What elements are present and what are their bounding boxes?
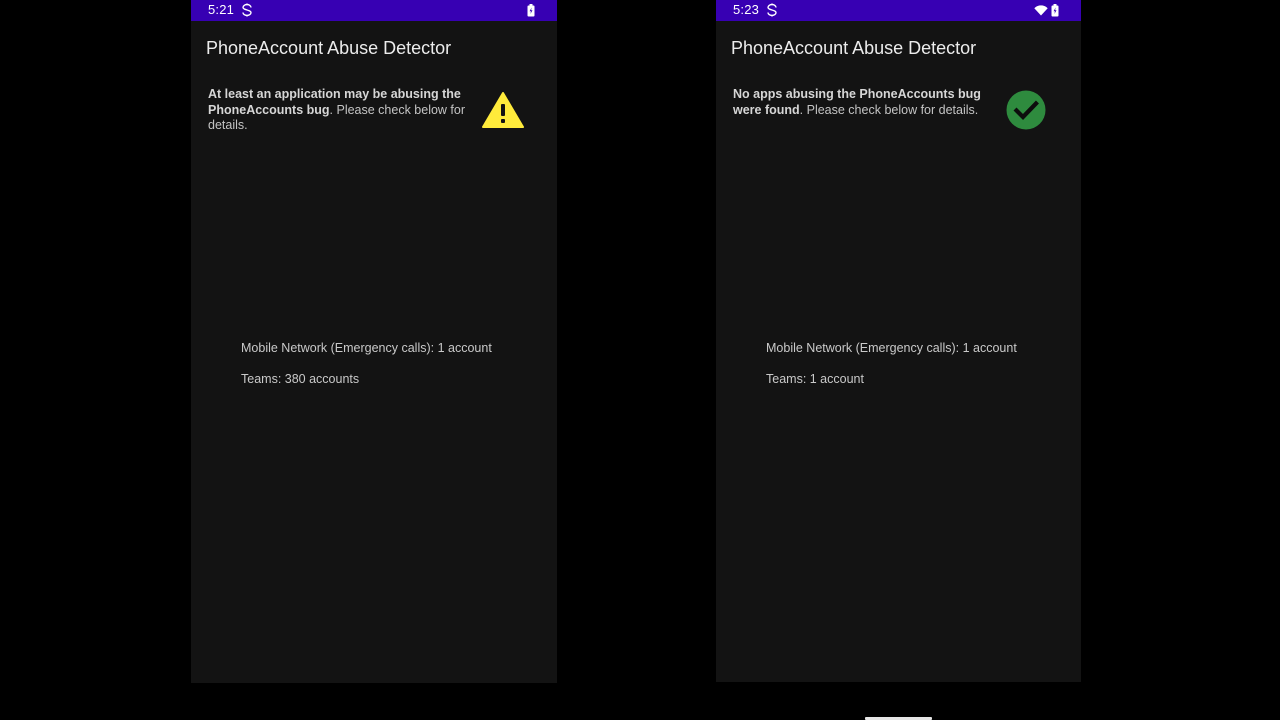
status-icons [1034, 3, 1059, 17]
account-row: Mobile Network (Emergency calls): 1 acco… [241, 341, 492, 355]
status-time: 5:21 [208, 2, 235, 17]
sync-icon [767, 3, 777, 17]
wifi-icon [1034, 4, 1048, 15]
comparison-stage: 5:21 PhoneAccount Abuse Detector At leas… [0, 0, 1280, 720]
app-title: PhoneAccount Abuse Detector [731, 38, 977, 58]
summary-rest: . Please check below for details. [799, 102, 979, 117]
status-bar: 5:23 [716, 0, 1081, 21]
account-row: Teams: 380 accounts [241, 372, 360, 386]
battery-charging-icon [1051, 3, 1059, 16]
summary-text: No apps abusing the PhoneAccounts bug we… [733, 87, 995, 118]
summary-text: At least an application may be abusing t… [208, 87, 470, 134]
status-bar: 5:21 [191, 0, 557, 21]
app-title: PhoneAccount Abuse Detector [206, 38, 452, 58]
status-icons [527, 3, 535, 17]
check-circle-icon [1006, 90, 1046, 130]
sync-icon [242, 3, 252, 17]
account-row: Mobile Network (Emergency calls): 1 acco… [766, 341, 1017, 355]
warning-icon [482, 92, 524, 128]
phone-screen-ok: 5:23 PhoneAccount Abuse Detector No apps… [716, 0, 1081, 682]
status-time: 5:23 [733, 2, 760, 17]
phone-screen-warning: 5:21 PhoneAccount Abuse Detector At leas… [191, 0, 557, 683]
battery-charging-icon [527, 3, 535, 16]
account-row: Teams: 1 account [766, 372, 864, 386]
